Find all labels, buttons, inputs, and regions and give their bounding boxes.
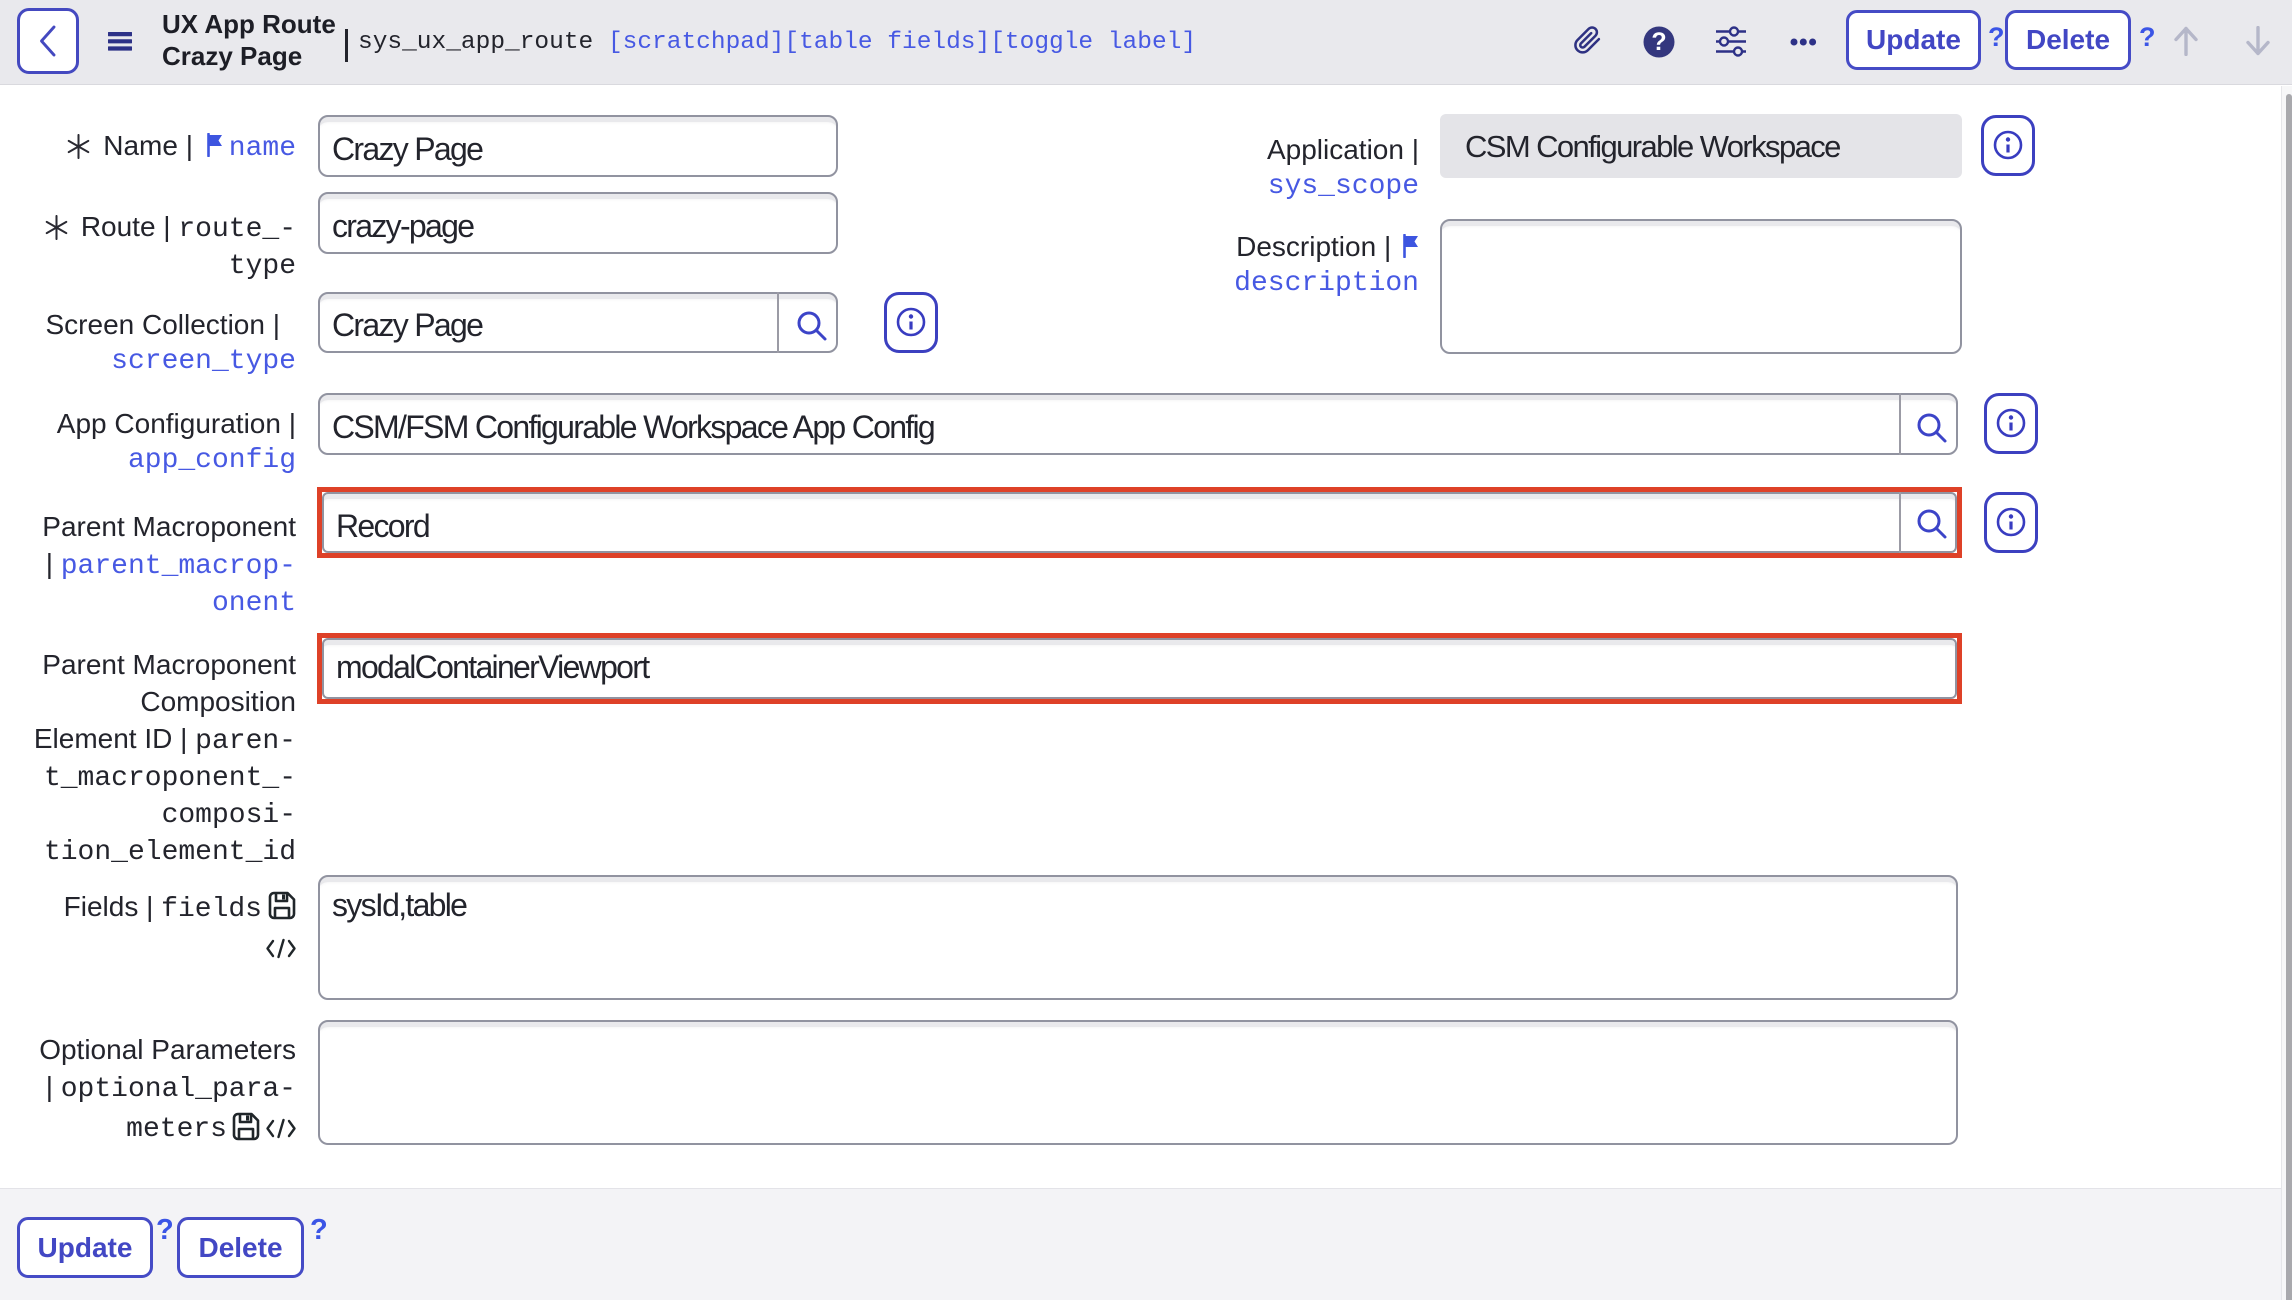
svg-text:?: ? bbox=[1651, 28, 1666, 56]
